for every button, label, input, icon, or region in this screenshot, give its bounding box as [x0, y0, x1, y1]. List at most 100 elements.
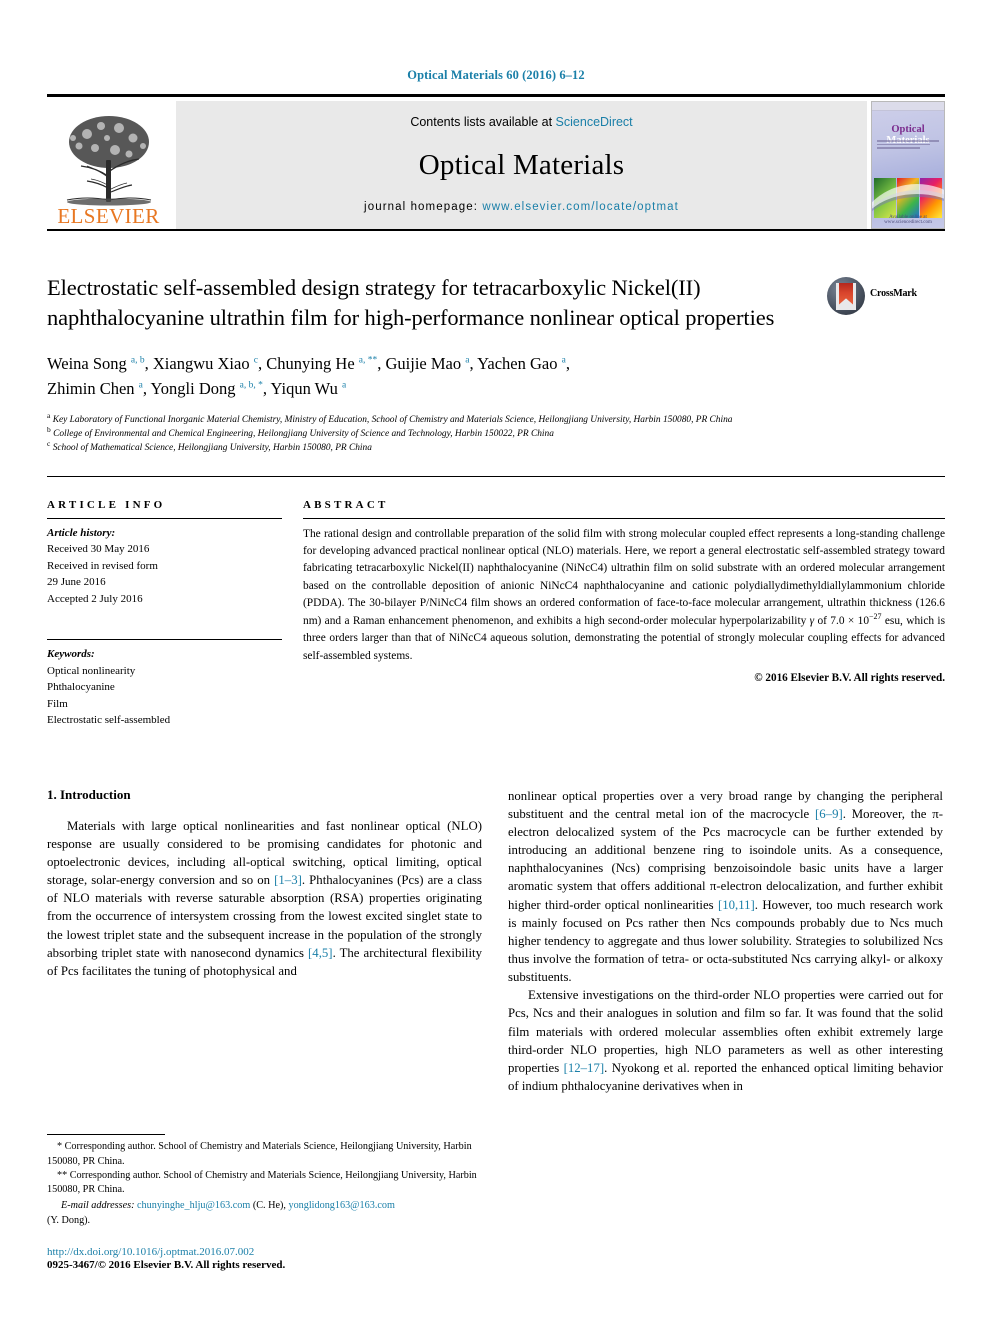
cover-title-a: Optical — [891, 124, 925, 135]
corresponding-author-note-1: * Corresponding author. School of Chemis… — [47, 1140, 482, 1169]
info-section-rule — [47, 475, 945, 477]
title-main: Electrostatic self-assembled design stra… — [47, 273, 827, 333]
author-name: Chunying He — [266, 354, 359, 374]
journal-homepage-line: journal homepage: www.elsevier.com/locat… — [364, 201, 679, 213]
body-column-right: nonlinear optical properties over a very… — [508, 787, 943, 1096]
elsevier-wordmark: ELSEVIER — [57, 204, 160, 228]
author-affiliation-mark: a, b — [130, 355, 145, 366]
body-paragraph: nonlinear optical properties over a very… — [508, 788, 943, 985]
author-name: Zhimin Chen — [47, 379, 139, 399]
reference-link[interactable]: [10,11] — [718, 898, 755, 912]
article-history-label: Article history: — [47, 526, 116, 539]
author-affiliation-mark: c — [253, 355, 258, 366]
abstract-column: ABSTRACT The rational design and control… — [300, 499, 945, 729]
footnote-rule — [47, 1134, 165, 1136]
body-column-left: 1. Introduction Materials with large opt… — [47, 787, 482, 1096]
email-owner-2: (Y. Dong). — [47, 1214, 91, 1226]
email-addresses: E-mail addresses: chunyinghe_hlju@163.co… — [47, 1199, 482, 1228]
keyword-item: Phthalocyanine — [47, 681, 115, 694]
elsevier-logo: ELSEVIER — [47, 101, 170, 229]
keyword-item: Optical nonlinearity — [47, 664, 136, 677]
author-name: Weina Song — [47, 354, 131, 374]
doi-block: http://dx.doi.org/10.1016/j.optmat.2016.… — [47, 1246, 482, 1271]
abstract-text: The rational design and controllable pre… — [303, 527, 946, 662]
email-owner-1: (C. He), — [250, 1200, 289, 1212]
body-columns: 1. Introduction Materials with large opt… — [47, 787, 945, 1096]
reference-link[interactable]: [4,5] — [308, 946, 333, 960]
journal-masthead: ELSEVIER Contents lists available at Sci… — [47, 101, 945, 229]
article-page: Optical Materials 60 (2016) 6–12 ELSEVIE… — [0, 0, 992, 1323]
corr-text-1: Corresponding author. School of Chemistr… — [47, 1141, 472, 1167]
reference-link[interactable]: [12–17] — [564, 1061, 605, 1075]
contents-prefix: Contents lists available at — [410, 115, 556, 129]
corr-text-2: Corresponding author. School of Chemistr… — [47, 1169, 477, 1196]
crossmark-icon — [827, 277, 865, 315]
affiliation-item: a Key Laboratory of Functional Inorganic… — [47, 411, 733, 426]
masthead-top-rule — [47, 94, 945, 97]
email-link-1[interactable]: chunyinghe_hlju@163.com — [137, 1200, 250, 1211]
cover-top-bar — [872, 102, 944, 111]
author-affiliation-mark: a — [465, 355, 470, 366]
cover-subtitle-lines — [877, 140, 939, 151]
exponent: −27 — [869, 611, 882, 621]
affiliation-mark: a — [47, 411, 51, 421]
author-name: Yongli Dong — [150, 379, 240, 399]
journal-band: Contents lists available at ScienceDirec… — [176, 101, 867, 229]
history-item: Received in revised form — [47, 559, 158, 572]
email-label: E-mail addresses: — [61, 1200, 135, 1212]
page-title: Electrostatic self-assembled design stra… — [47, 275, 775, 331]
affiliation-item: b College of Environmental and Chemical … — [47, 425, 554, 440]
history-item: Accepted 2 July 2016 — [47, 592, 143, 605]
keywords-block: Keywords: Optical nonlinearity Phthalocy… — [47, 640, 282, 729]
info-abstract-region: ARTICLE INFO Article history: Received 3… — [47, 499, 945, 729]
history-item: Received 30 May 2016 — [47, 543, 150, 556]
author-affiliation-mark: a — [138, 380, 143, 391]
article-history: Article history: Received 30 May 2016 Re… — [47, 519, 282, 608]
footnote-area: * Corresponding author. School of Chemis… — [47, 1134, 482, 1271]
keyword-item: Film — [47, 697, 68, 710]
elsevier-tree-icon — [57, 110, 161, 206]
journal-homepage-link[interactable]: www.elsevier.com/locate/optmat — [482, 201, 679, 213]
keywords-label: Keywords: — [47, 648, 95, 661]
crossmark-badge[interactable]: CrossMark — [827, 273, 945, 333]
sciencedirect-link[interactable]: ScienceDirect — [556, 115, 633, 129]
body-paragraph: Materials with large optical nonlinearit… — [47, 818, 483, 978]
author-name: Yiqun Wu — [270, 379, 342, 399]
corr-mark-2: ** — [57, 1169, 68, 1181]
gamma-symbol: γ — [809, 614, 815, 627]
masthead-bottom-rule — [47, 229, 945, 231]
author-affiliation-mark: a, ** — [358, 355, 378, 366]
affiliation-item: c School of Mathematical Science, Heilon… — [47, 438, 372, 453]
affiliation-mark: b — [47, 425, 51, 435]
author-line-2: Zhimin Chen a, Yongli Dong a, b, *, Yiqu… — [47, 379, 347, 399]
title-area: Electrostatic self-assembled design stra… — [47, 273, 945, 333]
journal-title: Optical Materials — [418, 148, 625, 181]
journal-cover-thumbnail[interactable]: Optical Materials Available online at ww… — [871, 101, 945, 229]
email-link-2[interactable]: yonglidong163@163.com — [288, 1200, 394, 1211]
issn-copyright: 0925-3467/© 2016 Elsevier B.V. All right… — [47, 1259, 286, 1271]
article-info-heading: ARTICLE INFO — [47, 498, 166, 511]
affiliation-mark: c — [47, 438, 51, 448]
running-head: Optical Materials 60 (2016) 6–12 — [407, 68, 585, 82]
author-line-1: Weina Song a, b, Xiangwu Xiao c, Chunyin… — [47, 354, 570, 374]
author-list: Weina Song a, b, Xiangwu Xiao c, Chunyin… — [47, 351, 945, 401]
homepage-prefix: journal homepage: — [364, 201, 483, 213]
cover-footer-text: Available online at www.sciencedirect.co… — [884, 215, 932, 225]
doi-link[interactable]: http://dx.doi.org/10.1016/j.optmat.2016.… — [47, 1246, 482, 1258]
author-name: Xiangwu Xiao — [152, 354, 254, 374]
reference-link[interactable]: [6–9] — [815, 807, 843, 821]
article-info-column: ARTICLE INFO Article history: Received 3… — [47, 499, 300, 729]
reference-link[interactable]: [1–3] — [274, 873, 302, 887]
abstract-copyright: © 2016 Elsevier B.V. All rights reserved… — [754, 672, 945, 685]
abstract-heading: ABSTRACT — [303, 498, 389, 511]
history-item: 29 June 2016 — [47, 576, 106, 589]
body-paragraph: Extensive investigations on the third-or… — [508, 988, 944, 1094]
section-heading-introduction: 1. Introduction — [47, 786, 131, 802]
author-affiliation-mark: a, b, * — [239, 380, 263, 391]
author-affiliation-mark: a — [561, 355, 566, 366]
corresponding-author-note-2: ** Corresponding author. School of Chemi… — [47, 1169, 482, 1198]
affiliation-list: a Key Laboratory of Functional Inorganic… — [47, 411, 945, 455]
author-name: Yachen Gao — [477, 354, 562, 374]
keyword-item: Electrostatic self-assembled — [47, 714, 171, 727]
crossmark-label: CrossMark — [870, 288, 917, 299]
